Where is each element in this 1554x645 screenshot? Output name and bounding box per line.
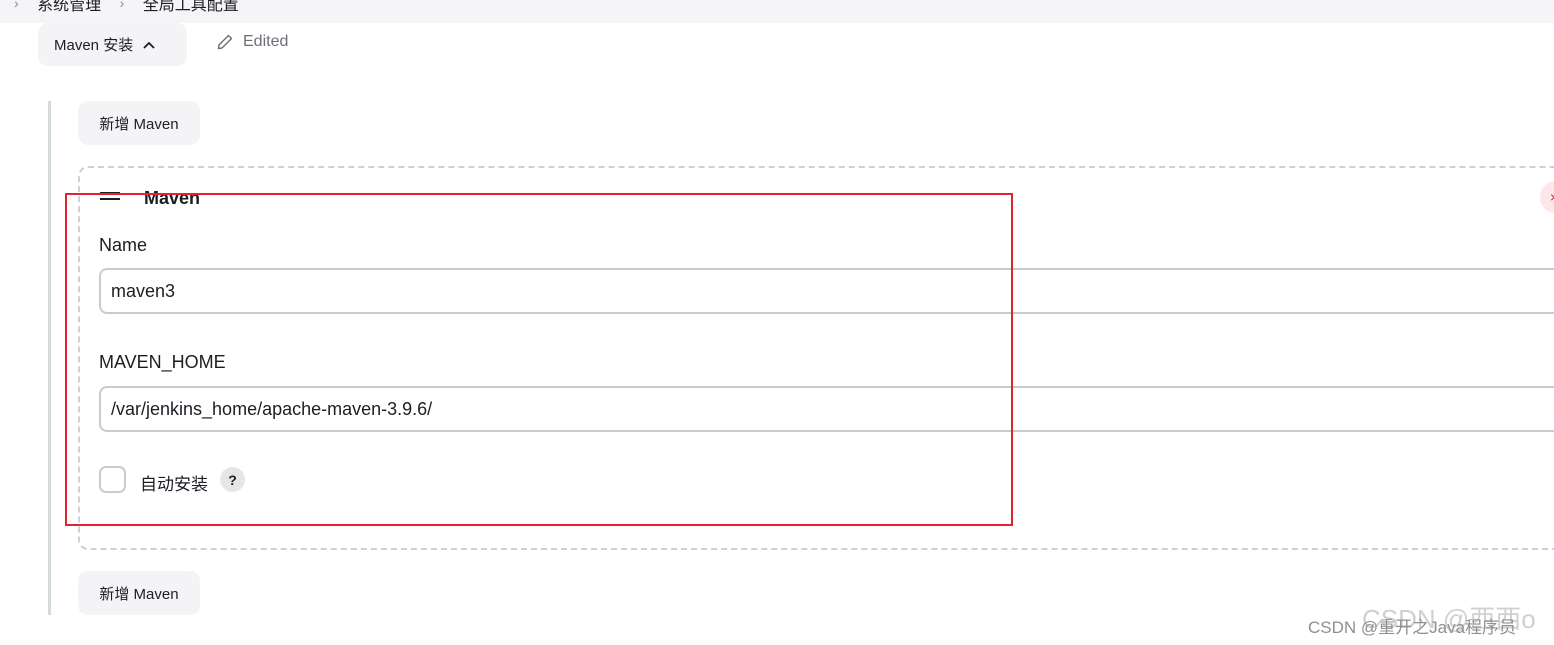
auto-install-label: 自动安装 <box>140 475 208 494</box>
breadcrumb-item-global-tools[interactable]: 全局工具配置 <box>143 0 239 15</box>
breadcrumb: › 系统管理 › 全局工具配置 <box>0 0 239 15</box>
add-maven-button-bottom[interactable]: 新增 Maven <box>78 571 200 615</box>
breadcrumb-separator-icon: › <box>119 0 125 11</box>
add-maven-button-top[interactable]: 新增 Maven <box>78 101 200 145</box>
edited-indicator: Edited <box>216 33 288 51</box>
pencil-icon <box>216 33 234 51</box>
watermark-small: CSDN @重开之Java程序员 <box>1308 618 1517 637</box>
auto-install-checkbox[interactable] <box>99 466 126 493</box>
name-field-label: Name <box>99 235 148 255</box>
chevron-up-icon <box>143 41 155 49</box>
section-toggle-label: Maven 安装 <box>54 37 134 54</box>
breadcrumb-bar: › 系统管理 › 全局工具配置 <box>0 0 1554 23</box>
breadcrumb-separator-icon: › <box>14 0 19 11</box>
edited-label: Edited <box>243 33 289 50</box>
maven-home-field-label: MAVEN_HOME <box>99 352 226 372</box>
drag-handle-icon[interactable] <box>100 192 120 206</box>
help-icon[interactable]: ? <box>220 467 245 492</box>
section-rail <box>48 101 51 615</box>
maven-item-title: Maven <box>144 188 201 208</box>
maven-install-section-toggle[interactable]: Maven 安装 <box>38 23 187 66</box>
name-input[interactable] <box>99 268 1554 314</box>
maven-home-input[interactable] <box>99 386 1554 432</box>
maven-installation-card <box>78 166 1554 550</box>
watermark: CSDN @西西o CSDN @重开之Java程序员 <box>1308 601 1536 637</box>
breadcrumb-item-system-management[interactable]: 系统管理 <box>37 0 101 15</box>
